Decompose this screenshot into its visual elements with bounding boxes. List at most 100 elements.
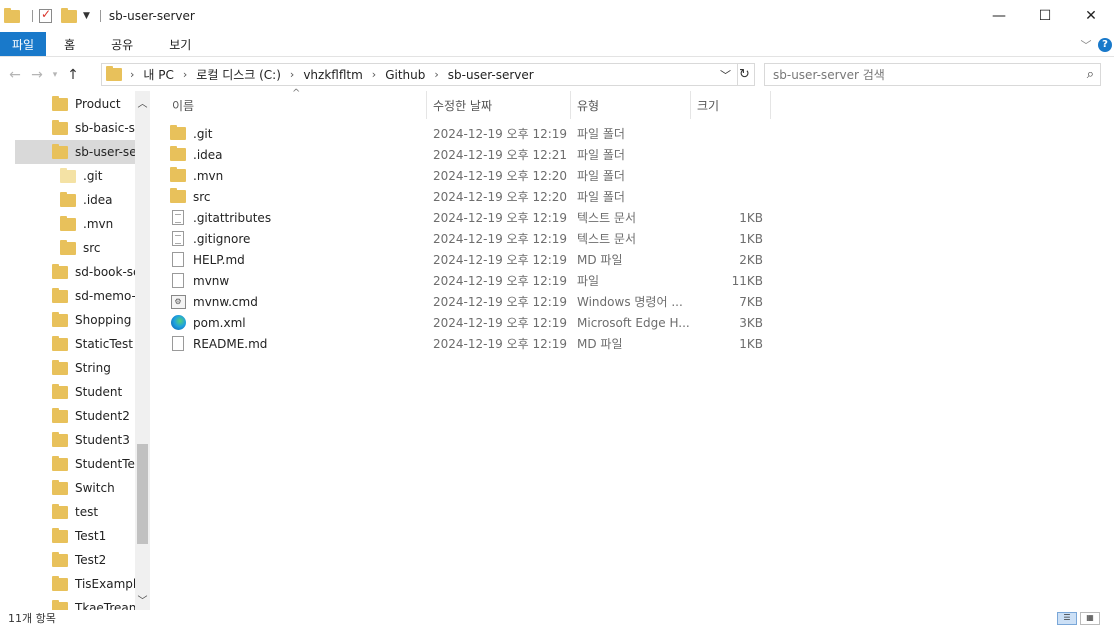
file-name-cell: .gitattributes <box>170 210 271 226</box>
file-row[interactable]: .idea 2024-12-19 오후 12:21 파일 폴더 <box>170 144 770 165</box>
ribbon-tabs: 파일 홈 공유 보기 ﹀ ? <box>0 32 1114 57</box>
file-type: MD 파일 <box>577 253 623 267</box>
file-name: README.md <box>193 336 268 351</box>
file-type: 파일 폴더 <box>577 169 625 183</box>
folder-icon <box>170 125 186 142</box>
tab-file[interactable]: 파일 <box>0 32 47 56</box>
file-size: 1KB <box>739 336 763 351</box>
column-header-name[interactable]: 이름 <box>166 91 194 119</box>
file-row[interactable]: mvnw 2024-12-19 오후 12:19 파일 11KB <box>170 270 770 291</box>
breadcrumb-separator-icon[interactable]: › <box>290 68 294 81</box>
file-name: HELP.md <box>193 252 245 267</box>
tab-view[interactable]: 보기 <box>151 32 209 56</box>
file-type: Windows 명령어 ... <box>577 295 683 309</box>
folder-icon <box>60 191 76 207</box>
back-arrow-icon[interactable]: ← <box>4 67 26 83</box>
view-toggle: ☰ ▦ <box>1054 612 1100 625</box>
tab-share[interactable]: 공유 <box>93 32 151 56</box>
file-type: Microsoft Edge H... <box>577 315 690 330</box>
up-arrow-icon[interactable]: ↑ <box>62 67 84 83</box>
file-date: 2024-12-19 오후 12:19 <box>433 232 568 246</box>
large-icons-view-icon[interactable]: ▦ <box>1080 612 1100 625</box>
ribbon-right-controls: ﹀ ? <box>1074 32 1114 57</box>
file-name-cell: README.md <box>170 336 267 352</box>
minimize-button[interactable]: — <box>976 0 1022 32</box>
close-button[interactable]: ✕ <box>1068 0 1114 32</box>
breadcrumb-item-user[interactable]: vhzkflfltm <box>303 68 362 82</box>
cmd-file-icon: ⚙ <box>170 294 186 310</box>
file-row[interactable]: ⚙ mvnw.cmd 2024-12-19 오후 12:19 Windows 명령어 … <box>170 291 770 312</box>
folder-icon <box>52 479 68 495</box>
app-folder-icon <box>4 8 20 24</box>
file-row[interactable]: .mvn 2024-12-19 오후 12:20 파일 폴더 <box>170 165 770 186</box>
tab-home[interactable]: 홈 <box>46 32 93 56</box>
file-name-cell: .mvn <box>170 167 223 184</box>
details-view-icon[interactable]: ☰ <box>1057 612 1077 625</box>
file-row[interactable]: pom.xml 2024-12-19 오후 12:19 Microsoft Edge… <box>170 312 770 333</box>
breadcrumb-separator-icon[interactable]: › <box>434 68 438 81</box>
breadcrumb-item-local-disk[interactable]: 로컬 디스크 (C:) <box>196 66 281 83</box>
file-row[interactable]: HELP.md 2024-12-19 오후 12:19 MD 파일 2KB <box>170 249 770 270</box>
folder-icon <box>52 143 68 159</box>
file-row[interactable]: .gitattributes 2024-12-19 오후 12:19 텍스트 문서 1… <box>170 207 770 228</box>
address-history-chevron-icon[interactable]: ﹀ <box>720 67 731 83</box>
sidebar-item-label: .git <box>83 169 103 183</box>
file-row[interactable]: .gitignore 2024-12-19 오후 12:19 텍스트 문서 1KB <box>170 228 770 249</box>
scroll-up-arrow-icon[interactable]: ︿ <box>135 95 150 111</box>
sidebar-item[interactable]: sb-user-serv <box>15 140 135 164</box>
customize-toolbar-icon[interactable]: ▼ <box>83 11 90 21</box>
folder-icon <box>52 311 68 327</box>
file-date: 2024-12-19 오후 12:19 <box>433 295 568 309</box>
file-row[interactable]: src 2024-12-19 오후 12:20 파일 폴더 <box>170 186 770 207</box>
breadcrumb-separator-icon[interactable]: › <box>130 68 134 81</box>
breadcrumb-separator-icon[interactable]: › <box>183 68 187 81</box>
sidebar-item-label: StaticTest <box>75 337 133 351</box>
search-input[interactable]: sb-user-server 검색 <box>773 66 885 83</box>
file-name-cell: .gitignore <box>170 231 250 247</box>
file-icon <box>170 252 186 268</box>
column-divider[interactable] <box>770 91 771 119</box>
file-type: 파일 폴더 <box>577 190 625 204</box>
column-header-size[interactable]: 크기 <box>691 91 719 119</box>
navigation-bar: ← → ▾ ↑ › 내 PC › 로컬 디스크 (C:) › vhzkflflt… <box>0 58 1114 91</box>
toolbar-divider <box>32 10 33 22</box>
file-name-cell: mvnw <box>170 273 229 289</box>
file-name: .gitattributes <box>193 210 272 225</box>
file-row[interactable]: .git 2024-12-19 오후 12:19 파일 폴더 <box>170 123 770 144</box>
folder-icon <box>52 575 68 591</box>
breadcrumb-item-github[interactable]: Github <box>385 68 425 82</box>
file-icon <box>170 273 186 289</box>
search-box[interactable]: sb-user-server 검색 ⌕ <box>764 63 1101 86</box>
file-name-cell: ⚙ mvnw.cmd <box>170 294 258 310</box>
column-header-date[interactable]: 수정한 날짜 <box>427 91 492 119</box>
sidebar-item-label: src <box>83 241 101 255</box>
refresh-icon[interactable]: ↻ <box>735 63 755 86</box>
new-folder-icon[interactable] <box>61 8 77 24</box>
expand-ribbon-chevron-icon[interactable]: ﹀ <box>1074 37 1098 53</box>
breadcrumb-item-this-pc[interactable]: 내 PC <box>143 66 173 83</box>
file-row[interactable]: README.md 2024-12-19 오후 12:19 MD 파일 1KB <box>170 333 770 354</box>
maximize-button[interactable]: ☐ <box>1022 0 1068 32</box>
recent-locations-chevron-icon[interactable]: ▾ <box>48 70 62 80</box>
column-header-type[interactable]: 유형 <box>571 91 599 119</box>
file-size: 3KB <box>739 315 763 330</box>
scroll-down-arrow-icon[interactable]: ﹀ <box>135 592 150 608</box>
folder-icon <box>52 407 68 423</box>
sidebar-item-label: .idea <box>83 193 113 207</box>
sidebar-item-label: Student2 <box>75 409 130 423</box>
file-name: .gitignore <box>193 231 251 246</box>
sidebar-item-label: String <box>75 361 111 375</box>
text-file-icon <box>170 231 186 247</box>
folder-icon <box>52 551 68 567</box>
navigation-pane-scrollbar[interactable]: ︿ ﹀ <box>135 91 150 610</box>
scrollbar-thumb[interactable] <box>137 444 148 544</box>
properties-icon[interactable] <box>39 7 55 24</box>
forward-arrow-icon[interactable]: → <box>26 67 48 83</box>
breadcrumb-separator-icon[interactable]: › <box>372 68 376 81</box>
breadcrumb-item-current[interactable]: sb-user-server <box>448 68 534 82</box>
file-date: 2024-12-19 오후 12:20 <box>433 190 568 204</box>
address-bar[interactable]: › 내 PC › 로컬 디스크 (C:) › vhzkflfltm › Gith… <box>101 63 738 86</box>
file-date: 2024-12-19 오후 12:19 <box>433 337 568 351</box>
folder-icon <box>52 335 68 351</box>
help-icon[interactable]: ? <box>1098 37 1112 52</box>
